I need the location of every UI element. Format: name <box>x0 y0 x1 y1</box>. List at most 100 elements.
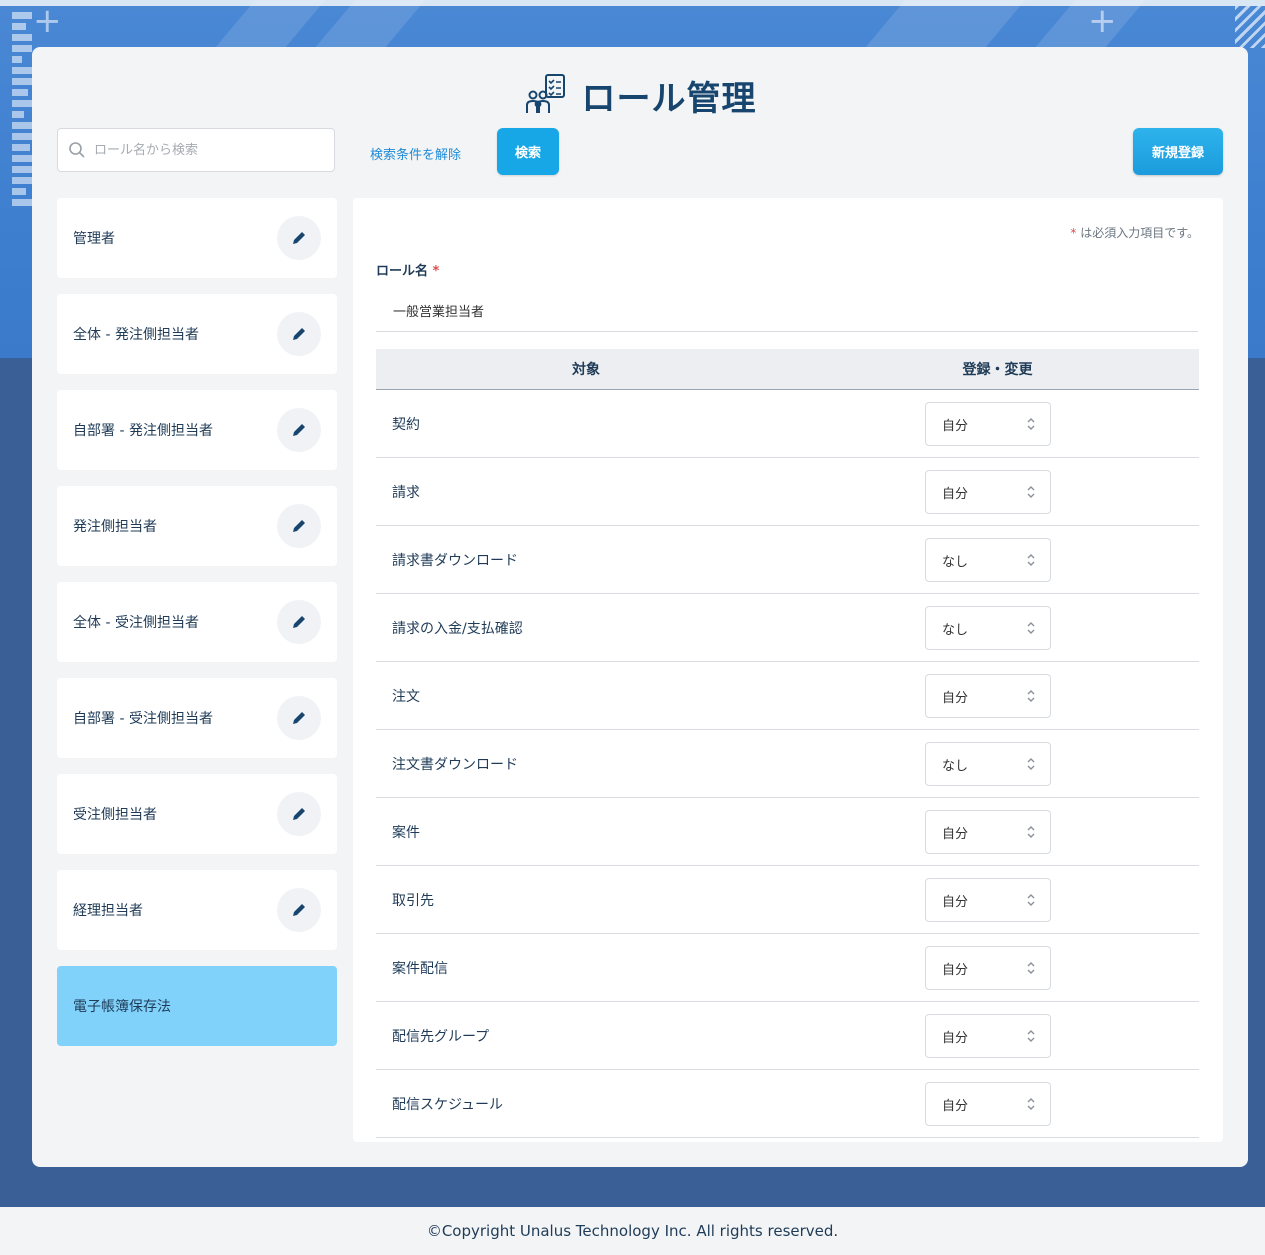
table-row: 請求書ダウンロード なし <box>376 526 1199 594</box>
role-name: 管理者 <box>73 231 115 247</box>
edit-role-button[interactable] <box>277 216 321 260</box>
role-name-field[interactable]: 一般営業担当者 <box>393 301 484 320</box>
pencil-icon <box>293 328 305 340</box>
pencil-icon <box>293 616 305 628</box>
table-row: 配信先グループ 自分 <box>376 1002 1199 1070</box>
permission-value: 自分 <box>942 894 969 910</box>
role-list: 管理者 全体 - 発注側担当者 自部署 - 発注側担当者 発注側担当者 全体 -… <box>57 198 337 1062</box>
pencil-icon <box>293 520 305 532</box>
permission-select[interactable]: なし <box>925 742 1051 786</box>
edit-role-button[interactable] <box>277 792 321 836</box>
clear-search-link[interactable]: 検索条件を解除 <box>370 144 461 163</box>
page-title: ロール管理 <box>581 78 757 119</box>
hatch-decoration <box>1235 6 1265 48</box>
role-item-selected[interactable]: 電子帳簿保存法 <box>57 966 337 1046</box>
role-item[interactable]: 全体 - 発注側担当者 <box>57 294 337 374</box>
table-row: 取引先 自分 <box>376 866 1199 934</box>
role-search-input[interactable] <box>92 141 326 159</box>
row-target: 配信スケジュール <box>392 1096 504 1113</box>
permission-value: 自分 <box>942 418 969 434</box>
row-target: 請求の入金/支払確認 <box>392 620 523 637</box>
permission-select[interactable]: 自分 <box>925 810 1051 854</box>
row-target: 請求 <box>392 484 420 501</box>
permission-value: 自分 <box>942 690 969 706</box>
plus-decoration-icon: + <box>33 1 62 41</box>
chevron-up-down-icon <box>1027 1030 1035 1042</box>
role-item[interactable]: 発注側担当者 <box>57 486 337 566</box>
pencil-icon <box>293 232 305 244</box>
table-row: 案件配信 自分 <box>376 934 1199 1002</box>
permission-value: 自分 <box>942 1098 969 1114</box>
role-name: 経理担当者 <box>73 903 143 919</box>
plus-decoration-icon: + <box>1088 1 1117 41</box>
edit-role-button[interactable] <box>277 312 321 356</box>
role-item[interactable]: 全体 - 受注側担当者 <box>57 582 337 662</box>
permission-select[interactable]: 自分 <box>925 470 1051 514</box>
role-item[interactable]: 受注側担当者 <box>57 774 337 854</box>
footer: ©Copyright Unalus Technology Inc. All ri… <box>0 1207 1265 1255</box>
role-detail-panel: * は必須入力項目です。 ロール名 * 一般営業担当者 対象 登録・変更 契約自… <box>353 198 1223 1142</box>
table-row: 案件 自分 <box>376 798 1199 866</box>
main-card: ロール管理 検索条件を解除 検索 新規登録 管理者 全体 - 発注側担当者 自部… <box>32 47 1248 1167</box>
chevron-up-down-icon <box>1027 486 1035 498</box>
row-target: 配信先グループ <box>392 1028 490 1045</box>
chevron-up-down-icon <box>1027 894 1035 906</box>
row-target: 請求書ダウンロード <box>392 552 518 569</box>
new-register-button[interactable]: 新規登録 <box>1133 128 1223 175</box>
role-management-icon <box>525 74 565 113</box>
table-row: 配信スケジュール 自分 <box>376 1070 1199 1138</box>
required-note-text: は必須入力項目です。 <box>1080 226 1199 240</box>
permission-select[interactable]: 自分 <box>925 878 1051 922</box>
chevron-up-down-icon <box>1027 622 1035 634</box>
permission-value: 自分 <box>942 962 969 978</box>
permission-value: なし <box>942 758 969 774</box>
chevron-up-down-icon <box>1027 962 1035 974</box>
role-item[interactable]: 管理者 <box>57 198 337 278</box>
row-target: 案件配信 <box>392 960 448 977</box>
row-target: 取引先 <box>392 892 434 909</box>
page-header: ロール管理 <box>32 69 1248 121</box>
role-name-label: ロール名 * <box>376 260 439 279</box>
table-row: 契約 自分 <box>376 390 1199 458</box>
copyright-text: ©Copyright Unalus Technology Inc. All ri… <box>426 1222 839 1240</box>
permission-select[interactable]: なし <box>925 538 1051 582</box>
chevron-up-down-icon <box>1027 1098 1035 1110</box>
permission-value: なし <box>942 554 969 570</box>
permission-value: 自分 <box>942 826 969 842</box>
pencil-icon <box>293 808 305 820</box>
decorative-bars <box>12 12 32 210</box>
table-row: 注文 自分 <box>376 662 1199 730</box>
permission-value: 自分 <box>942 1030 969 1046</box>
role-item[interactable]: 自部署 - 発注側担当者 <box>57 390 337 470</box>
edit-role-button[interactable] <box>277 696 321 740</box>
permission-select[interactable]: 自分 <box>925 946 1051 990</box>
permission-table: 対象 登録・変更 契約 自分 請求 自分 請求書ダウンロード なし 請求の入金/支払確認 なし… <box>376 349 1199 1138</box>
row-target: 案件 <box>392 824 420 841</box>
table-header: 対象 登録・変更 <box>376 349 1199 390</box>
chevron-up-down-icon <box>1027 690 1035 702</box>
edit-role-button[interactable] <box>277 600 321 644</box>
pencil-icon <box>293 424 305 436</box>
edit-role-button[interactable] <box>277 408 321 452</box>
table-row: 請求 自分 <box>376 458 1199 526</box>
permission-value: なし <box>942 622 969 638</box>
permission-select[interactable]: なし <box>925 606 1051 650</box>
role-name: 全体 - 受注側担当者 <box>73 615 199 631</box>
role-item[interactable]: 経理担当者 <box>57 870 337 950</box>
edit-role-button[interactable] <box>277 504 321 548</box>
permission-select[interactable]: 自分 <box>925 402 1051 446</box>
column-header-target: 対象 <box>572 362 600 378</box>
permission-select[interactable]: 自分 <box>925 1014 1051 1058</box>
role-name: 自部署 - 発注側担当者 <box>73 423 213 439</box>
chevron-up-down-icon <box>1027 554 1035 566</box>
required-note: * は必須入力項目です。 <box>1070 224 1199 241</box>
permission-select[interactable]: 自分 <box>925 674 1051 718</box>
table-row: 請求の入金/支払確認 なし <box>376 594 1199 662</box>
role-name: 発注側担当者 <box>73 519 157 535</box>
edit-role-button[interactable] <box>277 888 321 932</box>
row-target: 注文 <box>392 688 420 705</box>
search-button[interactable]: 検索 <box>497 128 559 175</box>
role-item[interactable]: 自部署 - 受注側担当者 <box>57 678 337 758</box>
chevron-up-down-icon <box>1027 826 1035 838</box>
permission-select[interactable]: 自分 <box>925 1082 1051 1126</box>
